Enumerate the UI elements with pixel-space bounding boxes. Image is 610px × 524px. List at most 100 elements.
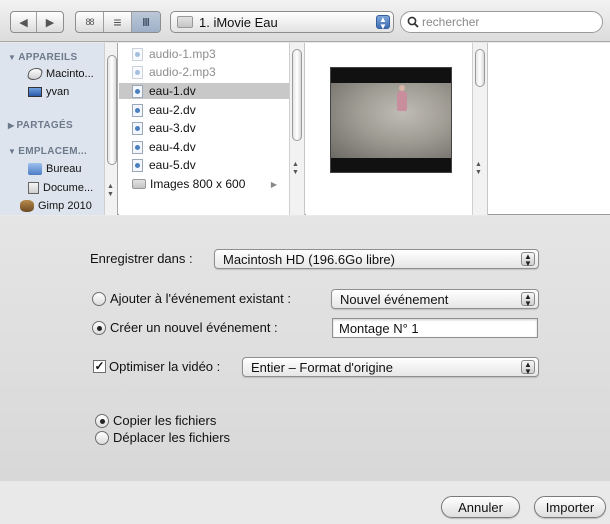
file-icon — [132, 65, 143, 79]
file-row[interactable]: audio-2.mp3 — [119, 64, 289, 80]
person-figure — [397, 85, 407, 111]
sidebar-section-label: APPAREILS — [18, 52, 78, 63]
search-icon — [407, 16, 419, 28]
path-label: 1. iMovie Eau — [199, 14, 278, 30]
sidebar-item-label: Gimp 2010 — [38, 200, 92, 212]
file-name: eau-2.dv — [149, 103, 196, 117]
cancel-button[interactable]: Annuler — [441, 496, 520, 518]
sidebar-scrollbar[interactable]: ▲ ▼ — [104, 43, 117, 215]
sidebar-section-label: EMPLACEM... — [18, 146, 88, 157]
optimize-label: Optimiser la vidéo : — [109, 359, 221, 374]
preview-column-scrollbar[interactable]: ▲ ▼ — [472, 43, 487, 215]
scrollbar-thumb[interactable] — [107, 55, 117, 165]
updown-arrows-icon: ▲ ▼ — [376, 15, 390, 31]
file-name: audio-2.mp3 — [149, 65, 216, 79]
sidebar-item-gimp[interactable]: Gimp 2010 — [20, 200, 92, 212]
new-event-radio[interactable] — [92, 320, 106, 335]
optimize-checkbox[interactable]: ✓ — [93, 360, 106, 373]
sidebar-item-documents[interactable]: Docume... — [28, 182, 93, 194]
add-existing-radio[interactable] — [92, 291, 106, 306]
forward-button[interactable]: ▶ — [37, 12, 63, 32]
new-event-name-value: Montage N° 1 — [339, 320, 419, 336]
sidebar-item-yvan[interactable]: yvan — [28, 86, 69, 98]
scroll-arrows-icon[interactable]: ▲ ▼ — [475, 161, 482, 177]
folder-icon — [132, 179, 146, 189]
import-options-panel: Enregistrer dans : Macintosh HD (196.6Go… — [0, 216, 610, 481]
scrollbar-thumb[interactable] — [475, 49, 485, 87]
scroll-arrows-icon[interactable]: ▲ ▼ — [292, 161, 299, 177]
copy-files-option[interactable]: Copier les fichiers — [95, 413, 216, 428]
disk-icon — [26, 68, 44, 80]
updown-arrows-icon: ▲ ▼ — [521, 252, 535, 268]
video-file-icon — [132, 103, 143, 117]
file-name: eau-5.dv — [149, 158, 196, 172]
sidebar-section-devices[interactable]: ▼ APPAREILS — [8, 52, 77, 63]
nav-buttons: ◀ ▶ — [10, 11, 64, 33]
sidebar-item-label: Bureau — [46, 163, 82, 175]
file-name: audio-1.mp3 — [149, 47, 216, 61]
icon-view-button[interactable]: 88 — [76, 12, 104, 32]
toolbar: ◀ ▶ 88 ≡ Ⅲ 1. iMovie Eau ▲ ▼ — [0, 0, 610, 42]
sidebar-item-label: Docume... — [43, 182, 94, 194]
move-files-option[interactable]: Déplacer les fichiers — [95, 430, 230, 445]
sidebar-section-shared[interactable]: ▶ PARTAGÉS — [8, 120, 73, 131]
file-row[interactable]: eau-4.dv — [119, 139, 289, 155]
move-files-label: Déplacer les fichiers — [113, 430, 231, 445]
new-event-name-field[interactable]: Montage N° 1 — [332, 318, 538, 338]
folder-row[interactable]: Images 800 x 600 ▶ — [119, 176, 289, 192]
view-mode-buttons: 88 ≡ Ⅲ — [75, 11, 161, 33]
chevron-right-icon: ▶ — [270, 179, 277, 189]
optimize-popup[interactable]: Entier – Format d'origine ▲ ▼ — [242, 357, 539, 377]
video-file-icon — [132, 140, 143, 154]
video-preview-thumbnail — [330, 67, 452, 173]
scroll-arrows-icon[interactable]: ▲ ▼ — [107, 183, 114, 199]
file-column-scrollbar[interactable]: ▲ ▼ — [289, 43, 304, 215]
computer-icon — [28, 87, 42, 97]
file-row[interactable]: eau-3.dv — [119, 120, 289, 136]
new-event-label: Créer un nouvel événement : — [110, 320, 278, 335]
list-view-button[interactable]: ≡ — [104, 12, 132, 32]
forward-arrow-icon: ▶ — [45, 16, 55, 29]
search-field[interactable] — [400, 11, 603, 33]
folder-icon — [177, 16, 193, 28]
column-view-button[interactable]: Ⅲ — [132, 12, 160, 32]
file-row[interactable]: audio-1.mp3 — [119, 46, 289, 62]
new-event-option[interactable]: Créer un nouvel événement : — [92, 320, 278, 335]
sidebar-item-macintosh[interactable]: Macinto... — [26, 68, 94, 80]
file-browser: ▼ APPAREILS Macinto... yvan ▶ PARTAGÉS ▼ EM… — [0, 43, 610, 215]
sidebar-item-bureau[interactable]: Bureau — [28, 163, 81, 175]
sidebar-section-places[interactable]: ▼ EMPLACEM... — [8, 146, 87, 157]
list-icon: ≡ — [113, 14, 122, 30]
sidebar-item-label: yvan — [46, 86, 70, 98]
file-name: eau-4.dv — [149, 140, 196, 154]
copy-files-label: Copier les fichiers — [113, 413, 217, 428]
preview-frame — [331, 83, 451, 158]
add-existing-option[interactable]: Ajouter à l'événement existant : — [92, 291, 291, 306]
add-existing-label: Ajouter à l'événement existant : — [110, 291, 291, 306]
existing-event-popup[interactable]: Nouvel événement ▲ ▼ — [331, 289, 539, 309]
file-row[interactable]: eau-5.dv — [119, 157, 289, 173]
back-button[interactable]: ◀ — [11, 12, 38, 32]
search-input[interactable] — [422, 15, 592, 29]
move-files-radio[interactable] — [95, 430, 109, 445]
optimize-value: Entier – Format d'origine — [251, 359, 393, 375]
updown-arrows-icon: ▲ ▼ — [521, 292, 535, 308]
path-popup[interactable]: 1. iMovie Eau ▲ ▼ — [170, 11, 394, 33]
video-file-icon — [132, 121, 143, 135]
import-button[interactable]: Importer — [534, 496, 606, 518]
scrollbar-thumb[interactable] — [292, 49, 302, 141]
file-row[interactable]: eau-2.dv — [119, 102, 289, 118]
save-in-popup[interactable]: Macintosh HD (196.6Go libre) ▲ ▼ — [214, 249, 539, 269]
sidebar: ▼ APPAREILS Macinto... yvan ▶ PARTAGÉS ▼ EM… — [0, 43, 118, 215]
dialog-footer: Annuler Importer — [0, 481, 610, 524]
copy-files-radio[interactable] — [95, 413, 109, 428]
sidebar-item-label: Macinto... — [46, 68, 94, 80]
desktop-icon — [28, 163, 42, 175]
file-row-selected[interactable]: eau-1.dv — [119, 83, 289, 99]
file-icon — [132, 47, 143, 61]
optimize-option[interactable]: ✓ Optimiser la vidéo : — [93, 359, 220, 374]
video-file-icon — [132, 158, 143, 172]
video-file-icon — [132, 84, 143, 98]
updown-arrows-icon: ▲ ▼ — [521, 360, 535, 376]
sidebar-section-label: PARTAGÉS — [16, 120, 73, 131]
